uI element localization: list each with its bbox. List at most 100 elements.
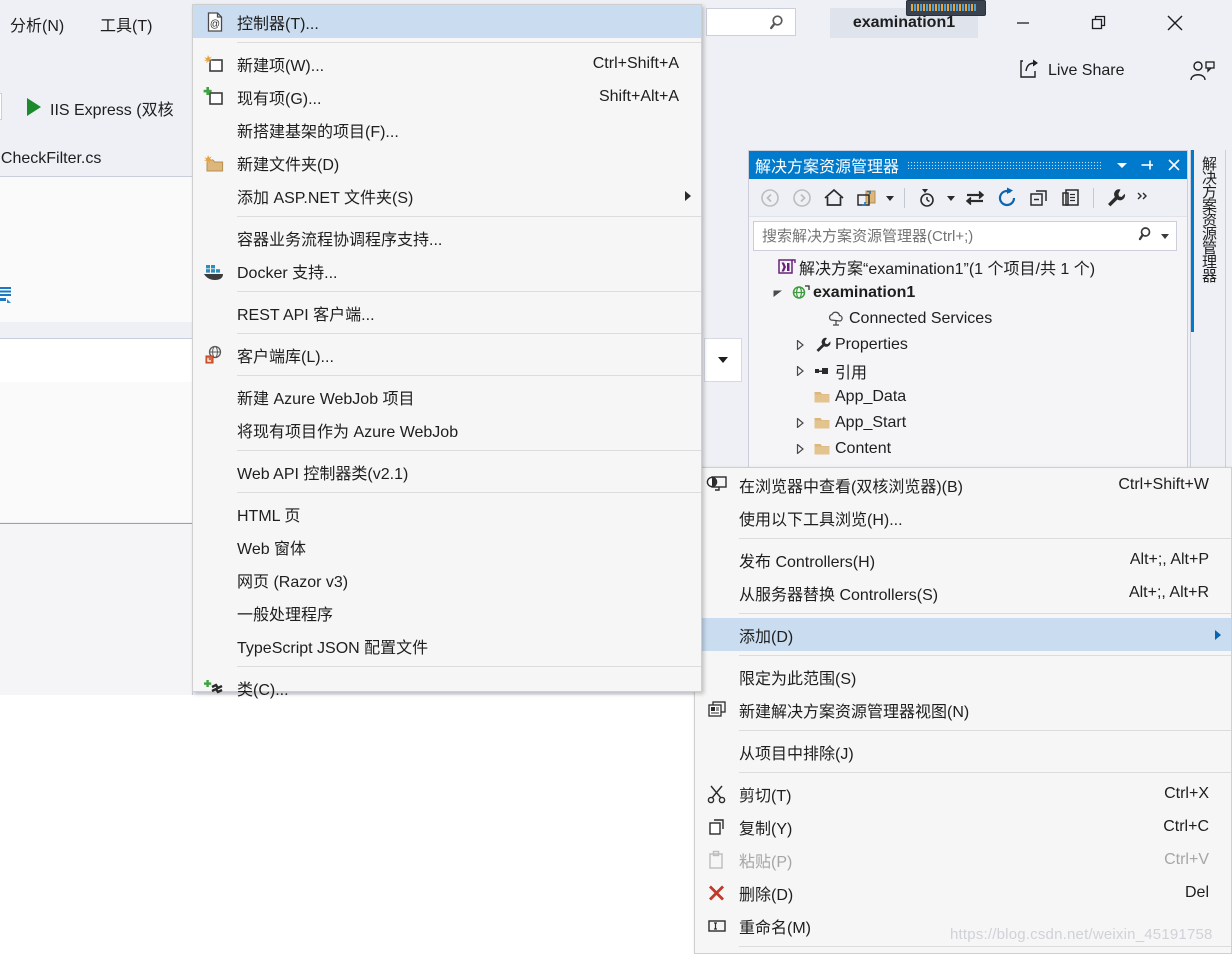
menu-item-new-scaffolded-item[interactable]: 新搭建基架的项目(F)... <box>193 113 701 146</box>
menu-item-rest-api-client[interactable]: REST API 客户端... <box>193 296 701 329</box>
sync-button[interactable] <box>960 183 990 213</box>
search-input[interactable] <box>707 9 775 37</box>
wrench-icon <box>811 336 835 354</box>
docker-icon <box>193 260 237 282</box>
new-folder-icon <box>193 152 237 174</box>
home-button[interactable] <box>819 183 849 213</box>
refresh-button[interactable] <box>992 183 1022 213</box>
tree-expander-collapsed[interactable] <box>789 444 811 454</box>
menu-item-existing-project-as-azure-webjob[interactable]: 将现有项目作为 Azure WebJob <box>193 413 701 446</box>
collapse-all-button[interactable] <box>1024 183 1054 213</box>
menu-item-web-api-controller-class[interactable]: Web API 控制器类(v2.1) <box>193 455 701 488</box>
pending-changes-dropdown[interactable] <box>944 184 958 212</box>
menu-item-typescript-json-config[interactable]: TypeScript JSON 配置文件 <box>193 629 701 662</box>
tree-item-app-start[interactable]: App_Start <box>753 410 1177 436</box>
properties-wrench-icon <box>1108 188 1126 206</box>
menu-item-container-orchestrator-support[interactable]: 容器业务流程协调程序支持... <box>193 221 701 254</box>
menu-item-label: 添加 ASP.NET 文件夹(S) <box>237 189 414 207</box>
menu-bar: 分析(N) 工具(T) <box>0 0 192 44</box>
tree-item-project[interactable]: examination1 <box>753 280 1177 306</box>
menu-item-exclude-from-project[interactable]: 从项目中排除(J) <box>695 735 1231 768</box>
menu-item-new-folder[interactable]: 新建文件夹(D) <box>193 146 701 179</box>
tree-item-properties[interactable]: Properties <box>753 332 1177 358</box>
menu-separator <box>237 333 701 334</box>
menu-tools[interactable]: 工具(T) <box>100 12 152 36</box>
new-solution-view-icon <box>695 700 739 720</box>
menu-item-new-item[interactable]: 新建项(W)... Ctrl+Shift+A <box>193 47 701 80</box>
tree-item-references[interactable]: 引用 <box>753 358 1177 384</box>
menu-item-view-in-browser[interactable]: 在浏览器中查看(双核浏览器)(B) Ctrl+Shift+W <box>695 468 1231 501</box>
menu-item-add[interactable]: 添加(D) <box>695 618 1231 651</box>
live-share-button[interactable]: Live Share <box>1018 58 1125 84</box>
menu-item-razor-page[interactable]: 网页 (Razor v3) <box>193 563 701 596</box>
tree-expander-collapsed[interactable] <box>789 366 811 376</box>
copy-icon <box>695 817 739 837</box>
editor-expand-button[interactable] <box>704 338 742 382</box>
menu-item-docker-support[interactable]: Docker 支持... <box>193 254 701 287</box>
tree-expander-collapsed[interactable] <box>789 418 811 428</box>
menu-item-web-form[interactable]: Web 窗体 <box>193 530 701 563</box>
tree-item-content[interactable]: Content <box>753 436 1177 462</box>
tree-item-label: Content <box>835 440 892 457</box>
tree-expander-expanded[interactable] <box>767 288 789 298</box>
new-folder-button[interactable] <box>851 183 881 213</box>
menu-item-label: 添加(D) <box>739 628 794 646</box>
menu-item-controller[interactable]: @ 控制器(T)... <box>193 5 701 38</box>
show-all-files-button[interactable] <box>1056 183 1086 213</box>
menu-item-label: 新建项(W)... <box>237 57 325 75</box>
minimize-button[interactable] <box>1000 8 1046 38</box>
menu-item-client-side-library[interactable]: 客户端库(L)... <box>193 338 701 371</box>
toolbar-overflow-button[interactable] <box>1133 183 1153 213</box>
solution-explorer-search[interactable] <box>753 221 1177 251</box>
menu-item-class[interactable]: 类(C)... <box>193 671 701 704</box>
chevron-right-icon <box>796 366 804 376</box>
menu-item-add-aspnet-folder[interactable]: 添加 ASP.NET 文件夹(S) <box>193 179 701 212</box>
panel-close-button[interactable] <box>1161 152 1187 178</box>
menu-item-accel: Ctrl+V <box>1164 850 1209 868</box>
menu-item-scope-to-this[interactable]: 限定为此范围(S) <box>695 660 1231 693</box>
back-button[interactable] <box>755 183 785 213</box>
menu-item-accel: Alt+;, Alt+P <box>1129 550 1209 568</box>
menu-item-html-page[interactable]: HTML 页 <box>193 497 701 530</box>
solution-search-input[interactable] <box>760 226 1138 246</box>
menu-item-accel: Ctrl+C <box>1163 817 1209 835</box>
menu-item-replace-from-server[interactable]: 从服务器替换 Controllers(S) Alt+;, Alt+R <box>695 576 1231 609</box>
menu-item-label: 将现有项目作为 Azure WebJob <box>237 423 459 441</box>
window-dropdown-button[interactable] <box>1109 152 1135 178</box>
menu-item-publish-controllers[interactable]: 发布 Controllers(H) Alt+;, Alt+P <box>695 543 1231 576</box>
run-target-label[interactable]: IIS Express (双核 <box>50 96 174 120</box>
menu-item-delete[interactable]: 删除(D) Del <box>695 876 1231 909</box>
tree-item-connected-services[interactable]: Connected Services <box>753 306 1177 332</box>
menu-analyze[interactable]: 分析(N) <box>10 12 64 36</box>
editor-tab-label[interactable]: nCheckFilter.cs <box>0 150 101 168</box>
menu-item-label: 新建解决方案资源管理器视图(N) <box>739 703 970 721</box>
pending-changes-button[interactable] <box>912 183 942 213</box>
search-dropdown-button[interactable] <box>1160 228 1170 245</box>
play-icon[interactable] <box>27 98 41 116</box>
tree-item-app-data[interactable]: App_Data <box>753 384 1177 410</box>
solution-explorer-vertical-tab[interactable]: 解决方案资源管理器 <box>1190 150 1226 472</box>
account-button[interactable] <box>1186 56 1216 90</box>
menu-item-label: 现有项(G)... <box>237 90 322 108</box>
menu-separator <box>739 772 1231 773</box>
new-folder-dropdown[interactable] <box>883 184 897 212</box>
editor-surface-mid <box>0 382 193 522</box>
menu-item-browse-with[interactable]: 使用以下工具浏览(H)... <box>695 501 1231 534</box>
forward-button[interactable] <box>787 183 817 213</box>
chevron-right-icon <box>796 340 804 350</box>
menu-item-cut[interactable]: 剪切(T) Ctrl+X <box>695 777 1231 810</box>
tree-item-solution[interactable]: 解决方案“examination1”(1 个项目/共 1 个) <box>753 254 1177 280</box>
menu-item-existing-item[interactable]: 现有项(G)... Shift+Alt+A <box>193 80 701 113</box>
close-button[interactable] <box>1152 8 1198 38</box>
tree-expander-collapsed[interactable] <box>789 340 811 350</box>
configuration-combo[interactable] <box>0 93 2 120</box>
menu-item-new-azure-webjob-project[interactable]: 新建 Azure WebJob 项目 <box>193 380 701 413</box>
properties-button[interactable] <box>1101 183 1131 213</box>
menu-item-generic-handler[interactable]: 一般处理程序 <box>193 596 701 629</box>
menu-item-copy[interactable]: 复制(Y) Ctrl+C <box>695 810 1231 843</box>
pin-button[interactable] <box>1135 152 1161 178</box>
quick-launch-search[interactable] <box>706 8 796 37</box>
restore-button[interactable] <box>1076 8 1122 38</box>
chevron-down-icon <box>718 357 728 363</box>
menu-item-new-solution-explorer-view[interactable]: 新建解决方案资源管理器视图(N) <box>695 693 1231 726</box>
